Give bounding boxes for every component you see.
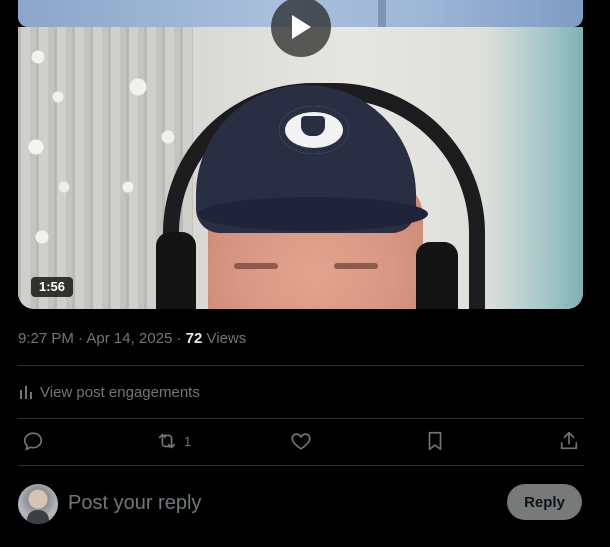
play-icon — [292, 15, 311, 39]
divider — [18, 365, 584, 366]
reply-input[interactable] — [68, 489, 488, 517]
reply-button[interactable]: Reply — [507, 484, 582, 520]
video-frame-cap-brim — [198, 197, 428, 231]
post-timestamp-line: 9:27 PM · Apr 14, 2025 · 72 Views — [18, 329, 246, 349]
video-duration-badge: 1:56 — [31, 277, 74, 297]
post-date[interactable]: Apr 14, 2025 — [86, 330, 172, 347]
user-avatar[interactable] — [18, 484, 58, 524]
bookmark-action-button[interactable] — [425, 428, 445, 454]
meta-separator: · — [176, 330, 182, 347]
reply-icon — [23, 432, 43, 451]
video-frame-earcup — [156, 232, 196, 309]
views-count: 72 — [185, 330, 203, 347]
repost-count: 1 — [184, 433, 192, 449]
like-action-button[interactable] — [290, 428, 312, 454]
divider — [18, 418, 584, 419]
views-label: Views — [206, 330, 247, 347]
bar-chart-icon — [20, 386, 32, 399]
video-frame-earcup — [416, 242, 458, 309]
reply-action-button[interactable] — [22, 428, 44, 454]
bookmark-icon — [428, 431, 442, 451]
share-action-button[interactable] — [559, 428, 579, 454]
post-time[interactable]: 9:27 PM — [18, 330, 74, 347]
repost-icon — [158, 433, 176, 449]
share-icon — [560, 431, 578, 450]
view-engagements-label: View post engagements — [40, 383, 200, 401]
repost-action-button[interactable]: 1 — [156, 428, 191, 454]
view-engagements-link[interactable]: View post engagements — [18, 381, 200, 403]
meta-separator: · — [78, 330, 84, 347]
video-player[interactable] — [18, 27, 583, 309]
divider — [18, 465, 584, 466]
heart-icon — [291, 433, 311, 450]
video-frame-cap-logo — [276, 103, 352, 157]
